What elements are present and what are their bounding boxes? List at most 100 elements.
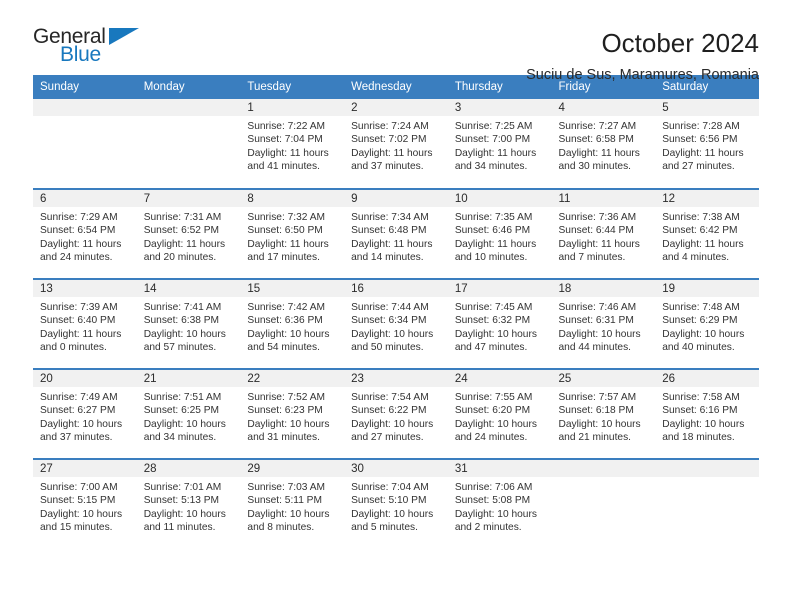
calendar-day-cell[interactable]: 14 Sunrise: 7:41 AM Sunset: 6:38 PM Dayligh… xyxy=(136,278,241,369)
sunset-time: Sunset: 6:23 PM xyxy=(247,405,323,417)
calendar-day-cell[interactable]: 9 Sunrise: 7:34 AM Sunset: 6:48 PM Daylight… xyxy=(344,188,448,279)
calendar-day-cell[interactable]: 4 Sunrise: 7:27 AM Sunset: 6:58 PM Daylight… xyxy=(551,99,656,189)
calendar-day-cell[interactable]: 16 Sunrise: 7:44 AM Sunset: 6:34 PM Dayligh… xyxy=(344,278,448,369)
day-number xyxy=(655,460,759,477)
day-number: 14 xyxy=(136,280,241,297)
day-number: 25 xyxy=(551,370,656,387)
title-block: October 2024 Suciu de Sus, Maramures, Ro… xyxy=(526,26,759,85)
day-sun-info: Sunrise: 7:46 AM Sunset: 6:31 PM Daylight:… xyxy=(552,297,656,355)
weekday-header-tuesday: Tuesday xyxy=(240,75,345,99)
day-sun-info: Sunrise: 7:52 AM Sunset: 6:23 PM Daylight:… xyxy=(240,387,344,445)
calendar-day-cell[interactable]: 8 Sunrise: 7:32 AM Sunset: 6:50 PM Daylight… xyxy=(240,188,345,279)
calendar-day-cell[interactable]: 29 Sunrise: 7:03 AM Sunset: 5:11 PM Dayligh… xyxy=(240,458,345,547)
day-sun-info: Sunrise: 7:38 AM Sunset: 6:42 PM Daylight:… xyxy=(655,207,759,265)
sunrise-time: Sunrise: 7:04 AM xyxy=(351,482,429,493)
day-sun-info: Sunrise: 7:04 AM Sunset: 5:10 PM Daylight:… xyxy=(344,477,448,535)
day-number: 21 xyxy=(136,370,241,387)
day-number xyxy=(33,99,137,116)
daylight-duration-line1: Daylight: 10 hours xyxy=(40,418,123,430)
logo-text-blue: Blue xyxy=(60,43,101,66)
daylight-duration-line2: and 27 minutes. xyxy=(351,432,424,444)
day-number: 4 xyxy=(551,99,656,116)
calendar-day-cell[interactable]: 21 Sunrise: 7:51 AM Sunset: 6:25 PM Dayligh… xyxy=(136,368,241,459)
sunrise-time: Sunrise: 7:46 AM xyxy=(558,302,637,313)
daylight-duration-line2: and 18 minutes. xyxy=(662,432,735,444)
calendar-day-cell[interactable]: 27 Sunrise: 7:00 AM Sunset: 5:15 PM Dayligh… xyxy=(33,458,137,547)
calendar-day-cell[interactable]: 31 Sunrise: 7:06 AM Sunset: 5:08 PM Dayligh… xyxy=(447,458,552,547)
calendar-day-cell[interactable]: 7 Sunrise: 7:31 AM Sunset: 6:52 PM Daylight… xyxy=(136,188,241,279)
sunrise-time: Sunrise: 7:31 AM xyxy=(143,212,222,223)
sunrise-time: Sunrise: 7:51 AM xyxy=(143,392,222,403)
daylight-duration-line2: and 10 minutes. xyxy=(454,252,528,264)
daylight-duration-line2: and 14 minutes. xyxy=(351,252,424,264)
daylight-duration-line1: Daylight: 11 hours xyxy=(351,147,433,159)
day-sun-info: Sunrise: 7:54 AM Sunset: 6:22 PM Daylight:… xyxy=(344,387,448,445)
daylight-duration-line1: Daylight: 10 hours xyxy=(454,418,537,430)
calendar-day-cell[interactable]: 28 Sunrise: 7:01 AM Sunset: 5:13 PM Dayligh… xyxy=(136,458,241,547)
calendar-day-cell[interactable]: 3 Sunrise: 7:25 AM Sunset: 7:00 PM Daylight… xyxy=(447,99,552,189)
daylight-duration-line2: and 44 minutes. xyxy=(558,342,632,354)
day-sun-info: Sunrise: 7:58 AM Sunset: 6:16 PM Daylight:… xyxy=(655,387,759,445)
daylight-duration-line1: Daylight: 11 hours xyxy=(558,238,640,250)
day-sun-info: Sunrise: 7:48 AM Sunset: 6:29 PM Daylight:… xyxy=(655,297,759,355)
calendar-day-cell[interactable]: 24 Sunrise: 7:55 AM Sunset: 6:20 PM Dayligh… xyxy=(447,368,552,459)
calendar-day-cell[interactable]: 6 Sunrise: 7:29 AM Sunset: 6:54 PM Daylight… xyxy=(33,188,137,279)
calendar-day-cell[interactable]: 30 Sunrise: 7:04 AM Sunset: 5:10 PM Dayligh… xyxy=(344,458,448,547)
sunset-time: Sunset: 5:15 PM xyxy=(40,495,116,507)
calendar-day-cell[interactable]: 13 Sunrise: 7:39 AM Sunset: 6:40 PM Dayligh… xyxy=(33,278,137,369)
daylight-duration-line1: Daylight: 10 hours xyxy=(40,508,123,520)
calendar-day-cell-empty xyxy=(655,458,759,547)
calendar-day-cell[interactable]: 11 Sunrise: 7:36 AM Sunset: 6:44 PM Dayligh… xyxy=(551,188,656,279)
daylight-duration-line1: Daylight: 10 hours xyxy=(351,418,434,430)
sunset-time: Sunset: 5:13 PM xyxy=(143,495,220,507)
day-number: 30 xyxy=(344,460,448,477)
day-number: 31 xyxy=(447,460,552,477)
daylight-duration-line2: and 57 minutes. xyxy=(143,342,217,354)
sunrise-time: Sunrise: 7:49 AM xyxy=(40,392,118,403)
day-sun-info: Sunrise: 7:01 AM Sunset: 5:13 PM Daylight:… xyxy=(137,477,241,535)
daylight-duration-line2: and 34 minutes. xyxy=(454,161,528,173)
calendar-day-cell-empty xyxy=(136,99,241,189)
daylight-duration-line2: and 11 minutes. xyxy=(143,522,216,534)
sunset-time: Sunset: 6:50 PM xyxy=(247,225,323,237)
calendar-day-cell[interactable]: 25 Sunrise: 7:57 AM Sunset: 6:18 PM Dayligh… xyxy=(551,368,656,459)
calendar-day-cell[interactable]: 18 Sunrise: 7:46 AM Sunset: 6:31 PM Dayligh… xyxy=(551,278,656,369)
calendar-day-cell[interactable]: 10 Sunrise: 7:35 AM Sunset: 6:46 PM Dayligh… xyxy=(447,188,552,279)
calendar-day-cell[interactable]: 5 Sunrise: 7:28 AM Sunset: 6:56 PM Daylight… xyxy=(655,99,759,189)
sunset-time: Sunset: 6:29 PM xyxy=(662,315,738,327)
calendar-day-cell[interactable]: 17 Sunrise: 7:45 AM Sunset: 6:32 PM Dayligh… xyxy=(447,278,552,369)
calendar-day-cell[interactable]: 2 Sunrise: 7:24 AM Sunset: 7:02 PM Daylight… xyxy=(344,99,448,189)
calendar-day-cell[interactable]: 26 Sunrise: 7:58 AM Sunset: 6:16 PM Dayligh… xyxy=(655,368,759,459)
calendar-day-cell[interactable]: 15 Sunrise: 7:42 AM Sunset: 6:36 PM Dayligh… xyxy=(240,278,345,369)
daylight-duration-line1: Daylight: 11 hours xyxy=(454,238,537,250)
calendar-page: General Blue October 2024 Suciu de Sus, … xyxy=(0,0,792,612)
sunrise-time: Sunrise: 7:38 AM xyxy=(662,212,740,223)
sunrise-time: Sunrise: 7:42 AM xyxy=(247,302,325,313)
calendar-day-cell[interactable]: 23 Sunrise: 7:54 AM Sunset: 6:22 PM Dayligh… xyxy=(344,368,448,459)
calendar-day-cell[interactable]: 1 Sunrise: 7:22 AM Sunset: 7:04 PM Daylight… xyxy=(240,99,345,189)
calendar-day-cell[interactable]: 22 Sunrise: 7:52 AM Sunset: 6:23 PM Dayligh… xyxy=(240,368,345,459)
day-number: 1 xyxy=(240,99,345,116)
daylight-duration-line2: and 17 minutes. xyxy=(247,252,320,264)
daylight-duration-line2: and 4 minutes. xyxy=(662,252,730,264)
month-calendar-table: Sunday Monday Tuesday Wednesday Thursday… xyxy=(33,75,759,547)
daylight-duration-line1: Daylight: 11 hours xyxy=(247,238,329,250)
calendar-day-cell[interactable]: 12 Sunrise: 7:38 AM Sunset: 6:42 PM Dayligh… xyxy=(655,188,759,279)
day-sun-info: Sunrise: 7:55 AM Sunset: 6:20 PM Daylight:… xyxy=(448,387,552,445)
daylight-duration-line1: Daylight: 11 hours xyxy=(558,147,640,159)
sunrise-time: Sunrise: 7:00 AM xyxy=(40,482,118,493)
calendar-day-cell[interactable]: 20 Sunrise: 7:49 AM Sunset: 6:27 PM Dayligh… xyxy=(33,368,137,459)
daylight-duration-line2: and 37 minutes. xyxy=(351,161,424,173)
daylight-duration-line1: Daylight: 11 hours xyxy=(351,238,433,250)
day-sun-info: Sunrise: 7:06 AM Sunset: 5:08 PM Daylight:… xyxy=(448,477,552,535)
sunrise-time: Sunrise: 7:24 AM xyxy=(351,121,429,132)
day-number: 28 xyxy=(136,460,241,477)
weekday-header-sunday: Sunday xyxy=(33,75,137,99)
calendar-body: 1 Sunrise: 7:22 AM Sunset: 7:04 PM Daylight… xyxy=(33,99,759,547)
calendar-day-cell-empty xyxy=(551,458,656,547)
calendar-day-cell[interactable]: 19 Sunrise: 7:48 AM Sunset: 6:29 PM Dayligh… xyxy=(655,278,759,369)
sunset-time: Sunset: 6:52 PM xyxy=(143,225,220,237)
day-sun-info: Sunrise: 7:42 AM Sunset: 6:36 PM Daylight:… xyxy=(240,297,344,355)
day-number: 26 xyxy=(655,370,759,387)
daylight-duration-line1: Daylight: 10 hours xyxy=(247,328,330,340)
